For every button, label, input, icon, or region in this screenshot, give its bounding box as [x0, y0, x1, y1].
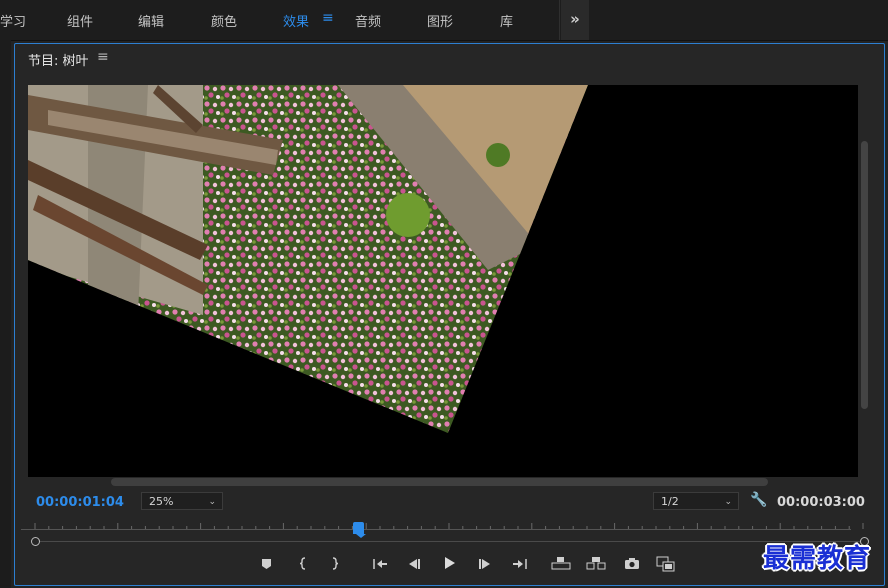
- mark-out-icon: [332, 557, 339, 570]
- resolution-value: 1/2: [661, 495, 679, 508]
- program-monitor-panel: 节目: 树叶 ≡ 00:00:01:04 25% ⌄ 1/2 ⌄ 🔧 00:00…: [14, 43, 885, 586]
- lift-button[interactable]: [550, 556, 572, 576]
- zoom-level-select[interactable]: 25% ⌄: [141, 492, 223, 510]
- watermark-logo: 最需教育: [763, 544, 872, 574]
- step-back-icon: [409, 559, 420, 569]
- go-to-in-icon: [372, 559, 387, 569]
- lift-icon: [551, 557, 571, 570]
- mark-in-button[interactable]: [292, 556, 314, 576]
- go-to-in-button[interactable]: [369, 556, 391, 576]
- mark-in-icon: [299, 557, 306, 570]
- tab-editing[interactable]: 编辑: [138, 11, 164, 30]
- step-forward-icon: [479, 559, 490, 569]
- chevron-down-icon: ⌄: [724, 497, 732, 507]
- tab-effects[interactable]: 效果: [283, 11, 309, 30]
- mark-out-button[interactable]: [324, 556, 346, 576]
- time-ruler[interactable]: [29, 522, 869, 542]
- tab-color[interactable]: 颜色: [211, 11, 237, 30]
- camera-icon: [625, 558, 639, 569]
- step-back-button[interactable]: [403, 556, 425, 576]
- playback-resolution-select[interactable]: 1/2 ⌄: [653, 492, 739, 510]
- play-button[interactable]: [438, 556, 460, 576]
- time-ruler-baseline: [21, 529, 851, 530]
- export-frame-button[interactable]: [621, 556, 643, 576]
- tab-libraries[interactable]: 库: [500, 11, 513, 30]
- duration-timecode: 00:00:03:00: [777, 495, 865, 510]
- horizontal-scrollbar-thumb[interactable]: [111, 478, 768, 486]
- go-to-out-button[interactable]: [508, 556, 530, 576]
- marker-icon: [261, 559, 271, 569]
- add-marker-button[interactable]: [255, 556, 277, 576]
- step-forward-button[interactable]: [474, 556, 496, 576]
- comparison-view-icon: [656, 556, 675, 572]
- workspace-menu-icon[interactable]: ≡: [322, 10, 334, 26]
- left-panel-edge: [0, 40, 11, 588]
- divider: [559, 0, 560, 40]
- comparison-view-button[interactable]: [655, 556, 677, 576]
- tab-graphics[interactable]: 图形: [427, 11, 453, 30]
- tab-learn[interactable]: 学习: [0, 11, 26, 30]
- more-workspaces-icon[interactable]: »: [561, 0, 589, 40]
- zoom-bar-start-handle[interactable]: [31, 537, 40, 546]
- current-timecode[interactable]: 00:00:01:04: [36, 495, 124, 510]
- scrub-bar[interactable]: [35, 541, 863, 542]
- panel-title[interactable]: 节目: 树叶: [28, 50, 89, 69]
- tab-assembly[interactable]: 组件: [67, 11, 93, 30]
- extract-icon: [586, 557, 606, 570]
- zoom-level-value: 25%: [149, 495, 174, 508]
- play-icon: [444, 557, 455, 569]
- extract-button[interactable]: [585, 556, 607, 576]
- vertical-scrollbar-thumb[interactable]: [861, 141, 868, 409]
- video-preview[interactable]: [28, 85, 858, 477]
- workspace-bar: 学习 组件 编辑 颜色 效果 ≡ 音频 图形 库 »: [0, 0, 888, 41]
- go-to-out-icon: [512, 559, 527, 569]
- tab-audio[interactable]: 音频: [355, 11, 381, 30]
- settings-wrench-icon[interactable]: 🔧: [750, 492, 767, 508]
- chevron-down-icon: ⌄: [208, 497, 216, 507]
- playhead[interactable]: [352, 522, 366, 538]
- panel-menu-icon[interactable]: ≡: [97, 49, 109, 65]
- rotated-video-frame: [28, 85, 588, 433]
